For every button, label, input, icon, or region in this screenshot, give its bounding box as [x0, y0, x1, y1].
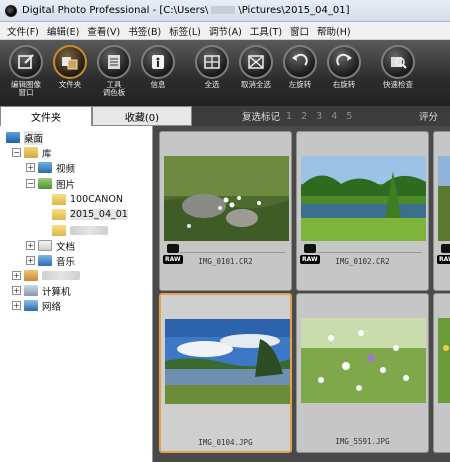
camera-icon: [304, 244, 316, 253]
thumbnail-filename: IMG_0102.CR2: [335, 257, 390, 266]
tool-palette-button[interactable]: 工具 调色板: [92, 40, 136, 106]
redacted-label: [70, 226, 108, 235]
clear-all-icon: [239, 45, 273, 79]
title-bar: Digital Photo Professional - [C:\Users\ \…: [0, 0, 450, 22]
computer-icon: [24, 285, 38, 296]
clear-all-button[interactable]: 取消全选: [234, 40, 278, 106]
menu-bookmark[interactable]: 书签(B): [124, 24, 165, 38]
info-button[interactable]: 信息: [136, 40, 180, 106]
toolbar: 编辑图像 窗口 文件夹 工具 调色板 信息 全选 取消全选 左旋转 右旋转 快速…: [0, 40, 450, 106]
rotate-left-button[interactable]: 左旋转: [278, 40, 322, 106]
thumbnail-image: [164, 156, 289, 241]
menu-label[interactable]: 标签(L): [165, 24, 205, 38]
rotate-right-button[interactable]: 右旋转: [322, 40, 366, 106]
tree-item-documents[interactable]: + 文档: [26, 238, 75, 253]
expand-icon[interactable]: +: [12, 286, 21, 295]
thumbnail-filename: IMG_0104.JPG: [198, 438, 253, 447]
tree-item-desktop[interactable]: 桌面: [6, 130, 44, 145]
quick-check-button[interactable]: 快速检查: [376, 40, 420, 106]
thumbnail-item-selected[interactable]: IMG_0104.JPG: [159, 293, 292, 453]
checkmark-filter-buttons[interactable]: 1 2 3 4 5: [286, 111, 355, 122]
video-icon: [38, 162, 52, 173]
tree-item-pictures[interactable]: − 图片: [26, 176, 75, 191]
menu-adjust[interactable]: 调节(A): [205, 24, 246, 38]
select-all-button[interactable]: 全选: [190, 40, 234, 106]
camera-icon: [167, 244, 179, 253]
user-folder-icon: [24, 270, 38, 281]
tree-item-music[interactable]: + 音乐: [26, 253, 75, 268]
tree-item-user[interactable]: +: [12, 268, 80, 283]
collapse-icon[interactable]: −: [26, 179, 35, 188]
tab-bookmark[interactable]: 收藏(0): [92, 106, 192, 126]
folder-icon: [52, 225, 66, 236]
tree-item-video[interactable]: + 视频: [26, 160, 75, 175]
menu-tools[interactable]: 工具(T): [246, 24, 286, 38]
pictures-icon: [38, 178, 52, 189]
checkmark-filter-label: 复选标记: [242, 112, 281, 123]
redacted-label: [42, 271, 80, 280]
thumbnail-image: [301, 156, 426, 241]
thumbnail-image: [301, 318, 426, 403]
music-icon: [38, 255, 52, 266]
folder-icon: [53, 45, 87, 79]
rotate-right-icon: [327, 45, 361, 79]
rating-filter-label[interactable]: 评分: [419, 109, 450, 123]
thumbnail-image: [438, 156, 450, 241]
thumbnail-item[interactable]: RAW IMG_0102.CR2: [296, 131, 429, 291]
network-icon: [24, 300, 38, 311]
tab-folder[interactable]: 文件夹: [0, 106, 92, 126]
tree-item-100canon[interactable]: 100CANON: [52, 192, 123, 207]
edit-image-window-icon: [9, 45, 43, 79]
raw-badge: RAW: [437, 255, 450, 264]
thumbnail-filename: IMG_0101.CR2: [198, 257, 253, 266]
thumbnail-image: [165, 319, 290, 404]
thumbnail-image: [438, 318, 450, 403]
select-all-icon: [195, 45, 229, 79]
app-icon: [5, 4, 17, 17]
thumbnail-item[interactable]: IMG_5591.JPG: [296, 293, 429, 453]
tree-item-computer[interactable]: + 计算机: [12, 283, 71, 298]
quick-check-icon: [381, 45, 415, 79]
tree-item-library[interactable]: − 库: [12, 145, 52, 160]
expand-icon[interactable]: +: [12, 301, 21, 310]
tool-palette-icon: [97, 45, 131, 79]
menu-help[interactable]: 帮助(H): [313, 24, 355, 38]
window-title: Digital Photo Professional - [C:\Users\ \…: [22, 5, 350, 16]
menu-window[interactable]: 窗口: [286, 24, 313, 38]
expand-icon[interactable]: +: [26, 256, 35, 265]
thumbnail-filename: IMG_5591.JPG: [335, 437, 390, 446]
expand-icon[interactable]: +: [26, 163, 35, 172]
thumbnail-item[interactable]: RAW: [433, 131, 450, 291]
thumbnail-item[interactable]: RAW IMG_0101.CR2: [159, 131, 292, 291]
folder-tree: 桌面 − 库 + 视频 − 图片 100CANON 2015_04_01 + 文…: [0, 126, 153, 462]
expand-icon[interactable]: +: [26, 241, 35, 250]
camera-icon: [441, 244, 450, 253]
menu-file[interactable]: 文件(F): [3, 24, 43, 38]
folder-button[interactable]: 文件夹: [48, 40, 92, 106]
tree-item-redacted[interactable]: [52, 223, 108, 238]
tree-item-network[interactable]: + 网络: [12, 298, 61, 313]
rotate-left-icon: [283, 45, 317, 79]
menu-bar: 文件(F) 编辑(E) 查看(V) 书签(B) 标签(L) 调节(A) 工具(T…: [0, 22, 450, 40]
expand-icon[interactable]: +: [12, 271, 21, 280]
collapse-icon[interactable]: −: [12, 148, 21, 157]
filter-bar: 复选标记 1 2 3 4 5 评分: [192, 106, 450, 126]
folder-icon: [52, 194, 66, 205]
documents-icon: [38, 240, 52, 251]
desktop-icon: [6, 132, 20, 143]
edit-image-window-button[interactable]: 编辑图像 窗口: [4, 40, 48, 106]
menu-view[interactable]: 查看(V): [83, 24, 124, 38]
info-icon: [141, 45, 175, 79]
library-icon: [24, 147, 38, 158]
tree-item-2015-04-01[interactable]: 2015_04_01: [52, 207, 128, 222]
menu-edit[interactable]: 编辑(E): [43, 24, 83, 38]
folder-icon: [52, 209, 66, 220]
thumbnail-item[interactable]: [433, 293, 450, 453]
thumbnail-grid: RAW IMG_0101.CR2 RAW IMG_0102.CR2 RA IMG…: [153, 126, 450, 462]
tab-row: 文件夹 收藏(0) 复选标记 1 2 3 4 5 评分: [0, 106, 450, 126]
